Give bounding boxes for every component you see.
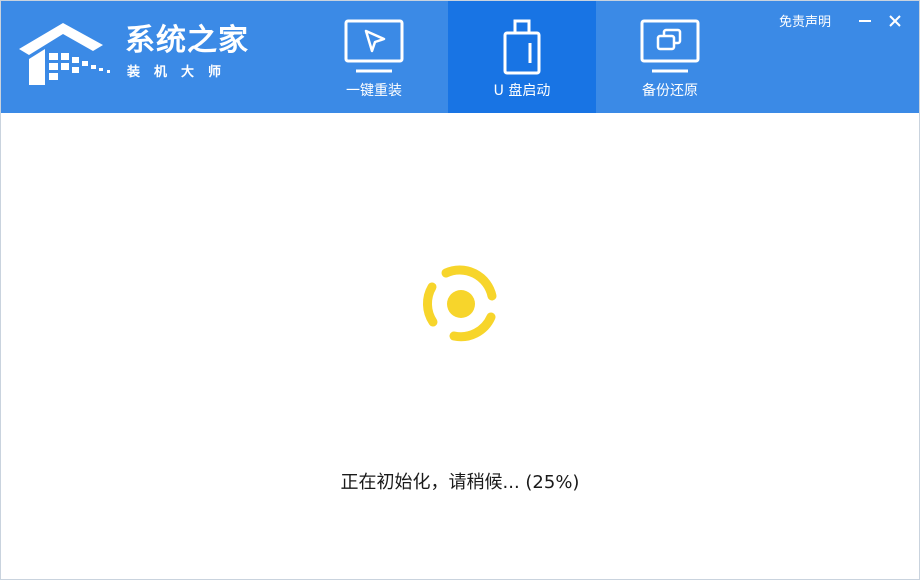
house-logo-icon <box>19 23 110 85</box>
app-window: 系统之家 装机大师 一键重装 U 盘启动 备份还原 免责声明 正在初始化，请稍候… <box>0 0 920 580</box>
usb-drive-icon <box>503 19 541 75</box>
tab-label: U 盘启动 <box>493 83 551 99</box>
brand-logo: 系统之家 装机大师 <box>17 15 253 87</box>
tab-usb-boot[interactable]: U 盘启动 <box>448 1 596 113</box>
close-icon[interactable] <box>885 11 905 31</box>
tab-one-click-reinstall[interactable]: 一键重装 <box>300 1 448 113</box>
status-text: 正在初始化，请稍候... (25%) <box>340 472 580 493</box>
loading-spinner-icon <box>422 265 497 342</box>
header-bar: 系统之家 装机大师 一键重装 U 盘启动 备份还原 免责声明 <box>1 1 919 113</box>
tab-backup-restore[interactable]: 备份还原 <box>596 1 744 113</box>
minimize-icon[interactable] <box>855 11 875 31</box>
brand-title: 系统之家 <box>125 23 249 58</box>
monitor-copy-icon <box>640 19 700 73</box>
tab-label: 备份还原 <box>642 83 698 99</box>
tab-label: 一键重装 <box>346 83 402 99</box>
disclaimer-link[interactable]: 免责声明 <box>779 14 831 32</box>
monitor-cursor-icon <box>344 19 404 73</box>
brand-subtitle: 装机大师 <box>127 65 236 80</box>
